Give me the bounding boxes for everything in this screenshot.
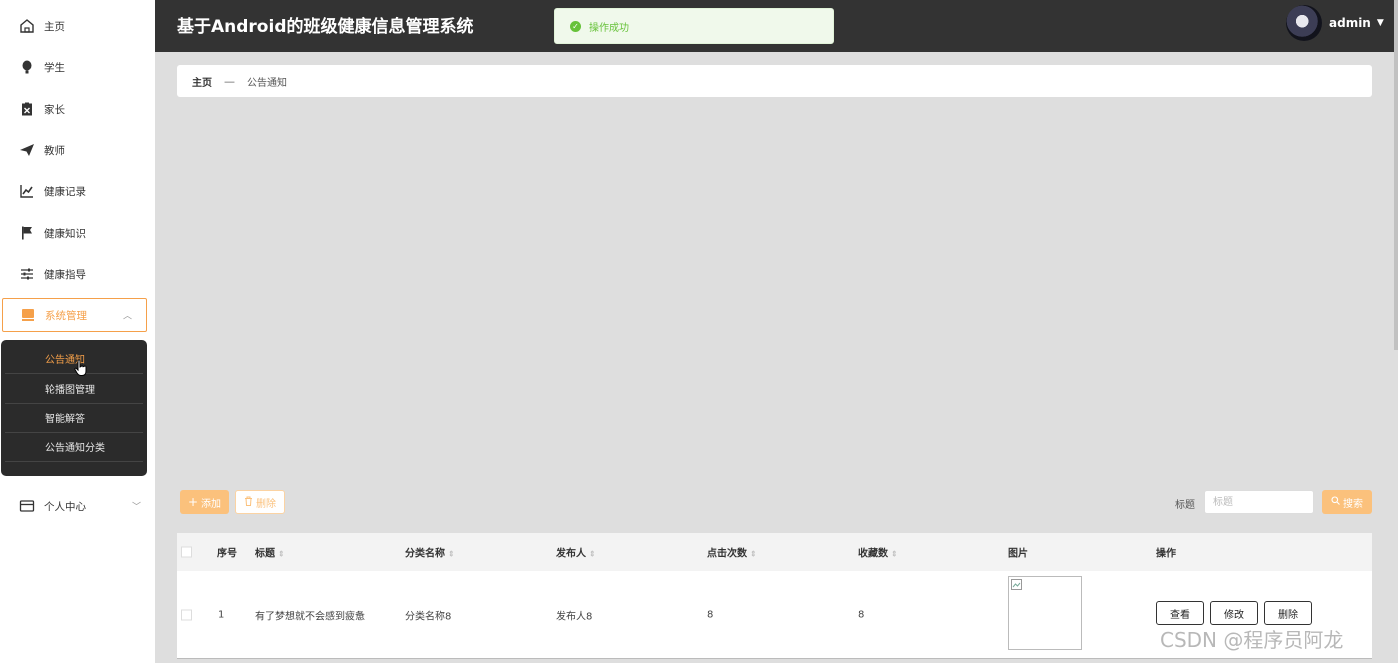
view-button[interactable]: 查看 bbox=[1156, 601, 1204, 625]
sort-icon[interactable]: ⇕ bbox=[448, 550, 455, 559]
sidebar-item-label: 教师 bbox=[44, 144, 65, 157]
add-button[interactable]: + 添加 bbox=[180, 490, 229, 514]
trash-icon bbox=[244, 496, 253, 509]
sidebar-item-label: 系统管理 bbox=[45, 309, 87, 322]
chart-icon bbox=[18, 182, 36, 200]
send-icon bbox=[18, 141, 36, 159]
sidebar-item-personal-center[interactable]: 个人中心 ﹀ bbox=[0, 487, 155, 525]
breadcrumb: 主页 — 公告通知 bbox=[177, 65, 1372, 97]
app-title: 基于Android的班级健康信息管理系统 bbox=[177, 17, 474, 37]
cell-favorites: 8 bbox=[858, 609, 865, 620]
breadcrumb-separator: — bbox=[224, 74, 235, 88]
delete-row-button[interactable]: 删除 bbox=[1264, 601, 1312, 625]
monitor-icon bbox=[19, 306, 37, 324]
sidebar-item-parents[interactable]: 家长 bbox=[0, 90, 155, 128]
cell-category: 分类名称8 bbox=[405, 611, 452, 622]
user-name: admin bbox=[1329, 16, 1371, 30]
caret-down-icon: ▼ bbox=[1376, 18, 1384, 28]
sidebar-item-home[interactable]: 主页 bbox=[0, 7, 155, 45]
column-index: 序号 bbox=[217, 548, 237, 560]
sort-icon[interactable]: ⇕ bbox=[891, 550, 898, 559]
select-all-checkbox[interactable] bbox=[181, 546, 192, 558]
sidebar-item-label: 主页 bbox=[44, 20, 65, 33]
table-header: 序号 标题 ⇕ 分类名称 ⇕ 发布人 ⇕ 点击次数 ⇕ 收藏数 ⇕ 图片 操作 bbox=[177, 533, 1372, 571]
sidebar-item-label: 学生 bbox=[44, 61, 65, 74]
breadcrumb-home[interactable]: 主页 bbox=[192, 74, 212, 89]
hand-cursor-icon bbox=[74, 359, 88, 380]
broken-image-icon bbox=[1011, 579, 1022, 593]
breadcrumb-current: 公告通知 bbox=[247, 77, 287, 89]
submenu-item-smart-qa[interactable]: 智能解答 bbox=[5, 403, 143, 433]
chevron-down-icon: ﹀ bbox=[131, 502, 141, 513]
sliders-icon bbox=[18, 265, 36, 283]
sort-icon[interactable]: ⇕ bbox=[278, 550, 285, 559]
column-clicks[interactable]: 点击次数 ⇕ bbox=[707, 545, 757, 560]
edit-button[interactable]: 修改 bbox=[1210, 601, 1258, 625]
sidebar-item-label: 家长 bbox=[44, 103, 65, 116]
chevron-up-icon: ︿ bbox=[122, 311, 132, 322]
sidebar-item-health-records[interactable]: 健康记录 bbox=[0, 172, 155, 210]
cell-publisher: 发布人8 bbox=[556, 611, 593, 622]
search-button[interactable]: 搜索 bbox=[1322, 490, 1372, 514]
delete-button-label: 删除 bbox=[256, 498, 276, 510]
sidebar-item-students[interactable]: 学生 bbox=[0, 48, 155, 86]
add-button-label: 添加 bbox=[201, 498, 222, 510]
check-circle-icon: ✓ bbox=[570, 20, 581, 32]
row-checkbox[interactable] bbox=[181, 609, 192, 620]
sidebar-item-label: 健康指导 bbox=[44, 268, 86, 281]
sidebar-item-label: 健康知识 bbox=[44, 227, 86, 240]
cell-clicks: 8 bbox=[707, 609, 714, 620]
top-header: 基于Android的班级健康信息管理系统 ✓ 操作成功 admin ▼ bbox=[155, 0, 1398, 52]
search-label: 标题 bbox=[1175, 500, 1195, 511]
sidebar: 主页 学生 家长 教师 健康记录 健康知识 健康指导 系统管理 ︿ 公告通知 轮… bbox=[0, 0, 155, 663]
user-menu[interactable]: admin ▼ bbox=[1329, 16, 1384, 30]
search-icon bbox=[1331, 496, 1340, 508]
bulk-delete-button[interactable]: 删除 bbox=[235, 490, 285, 514]
column-category[interactable]: 分类名称 ⇕ bbox=[405, 545, 455, 560]
plus-icon: + bbox=[187, 495, 199, 509]
avatar[interactable] bbox=[1286, 5, 1322, 41]
submenu-item-announcement-categories[interactable]: 公告通知分类 bbox=[5, 432, 143, 462]
cell-title: 有了梦想就不会感到疲惫 bbox=[255, 611, 365, 622]
title-search-input[interactable] bbox=[1204, 490, 1314, 514]
column-actions: 操作 bbox=[1156, 548, 1176, 560]
sidebar-item-teachers[interactable]: 教师 bbox=[0, 131, 155, 169]
flag-icon bbox=[18, 224, 36, 242]
sidebar-item-health-guidance[interactable]: 健康指导 bbox=[0, 255, 155, 293]
column-favorites[interactable]: 收藏数 ⇕ bbox=[858, 545, 898, 560]
success-toast: ✓ 操作成功 bbox=[554, 8, 834, 44]
sidebar-item-system-management[interactable]: 系统管理 ︿ bbox=[2, 298, 147, 332]
sidebar-item-health-knowledge[interactable]: 健康知识 bbox=[0, 214, 155, 252]
column-image: 图片 bbox=[1008, 548, 1028, 560]
clipboard-icon bbox=[18, 100, 36, 118]
bulb-icon bbox=[18, 58, 36, 76]
search-button-label: 搜索 bbox=[1343, 498, 1363, 510]
column-publisher[interactable]: 发布人 ⇕ bbox=[556, 545, 596, 560]
cell-image bbox=[1008, 576, 1082, 650]
watermark: CSDN @程序员阿龙 bbox=[1160, 628, 1344, 652]
column-title[interactable]: 标题 ⇕ bbox=[255, 545, 285, 560]
card-icon bbox=[18, 497, 36, 515]
home-icon bbox=[18, 17, 36, 35]
page-scrollbar[interactable] bbox=[1394, 0, 1398, 350]
sort-icon[interactable]: ⇕ bbox=[589, 550, 596, 559]
sidebar-item-label: 个人中心 bbox=[44, 500, 86, 513]
cell-index: 1 bbox=[218, 609, 225, 620]
sidebar-item-label: 健康记录 bbox=[44, 185, 86, 198]
sort-icon[interactable]: ⇕ bbox=[750, 550, 757, 559]
toast-message: 操作成功 bbox=[589, 22, 629, 34]
